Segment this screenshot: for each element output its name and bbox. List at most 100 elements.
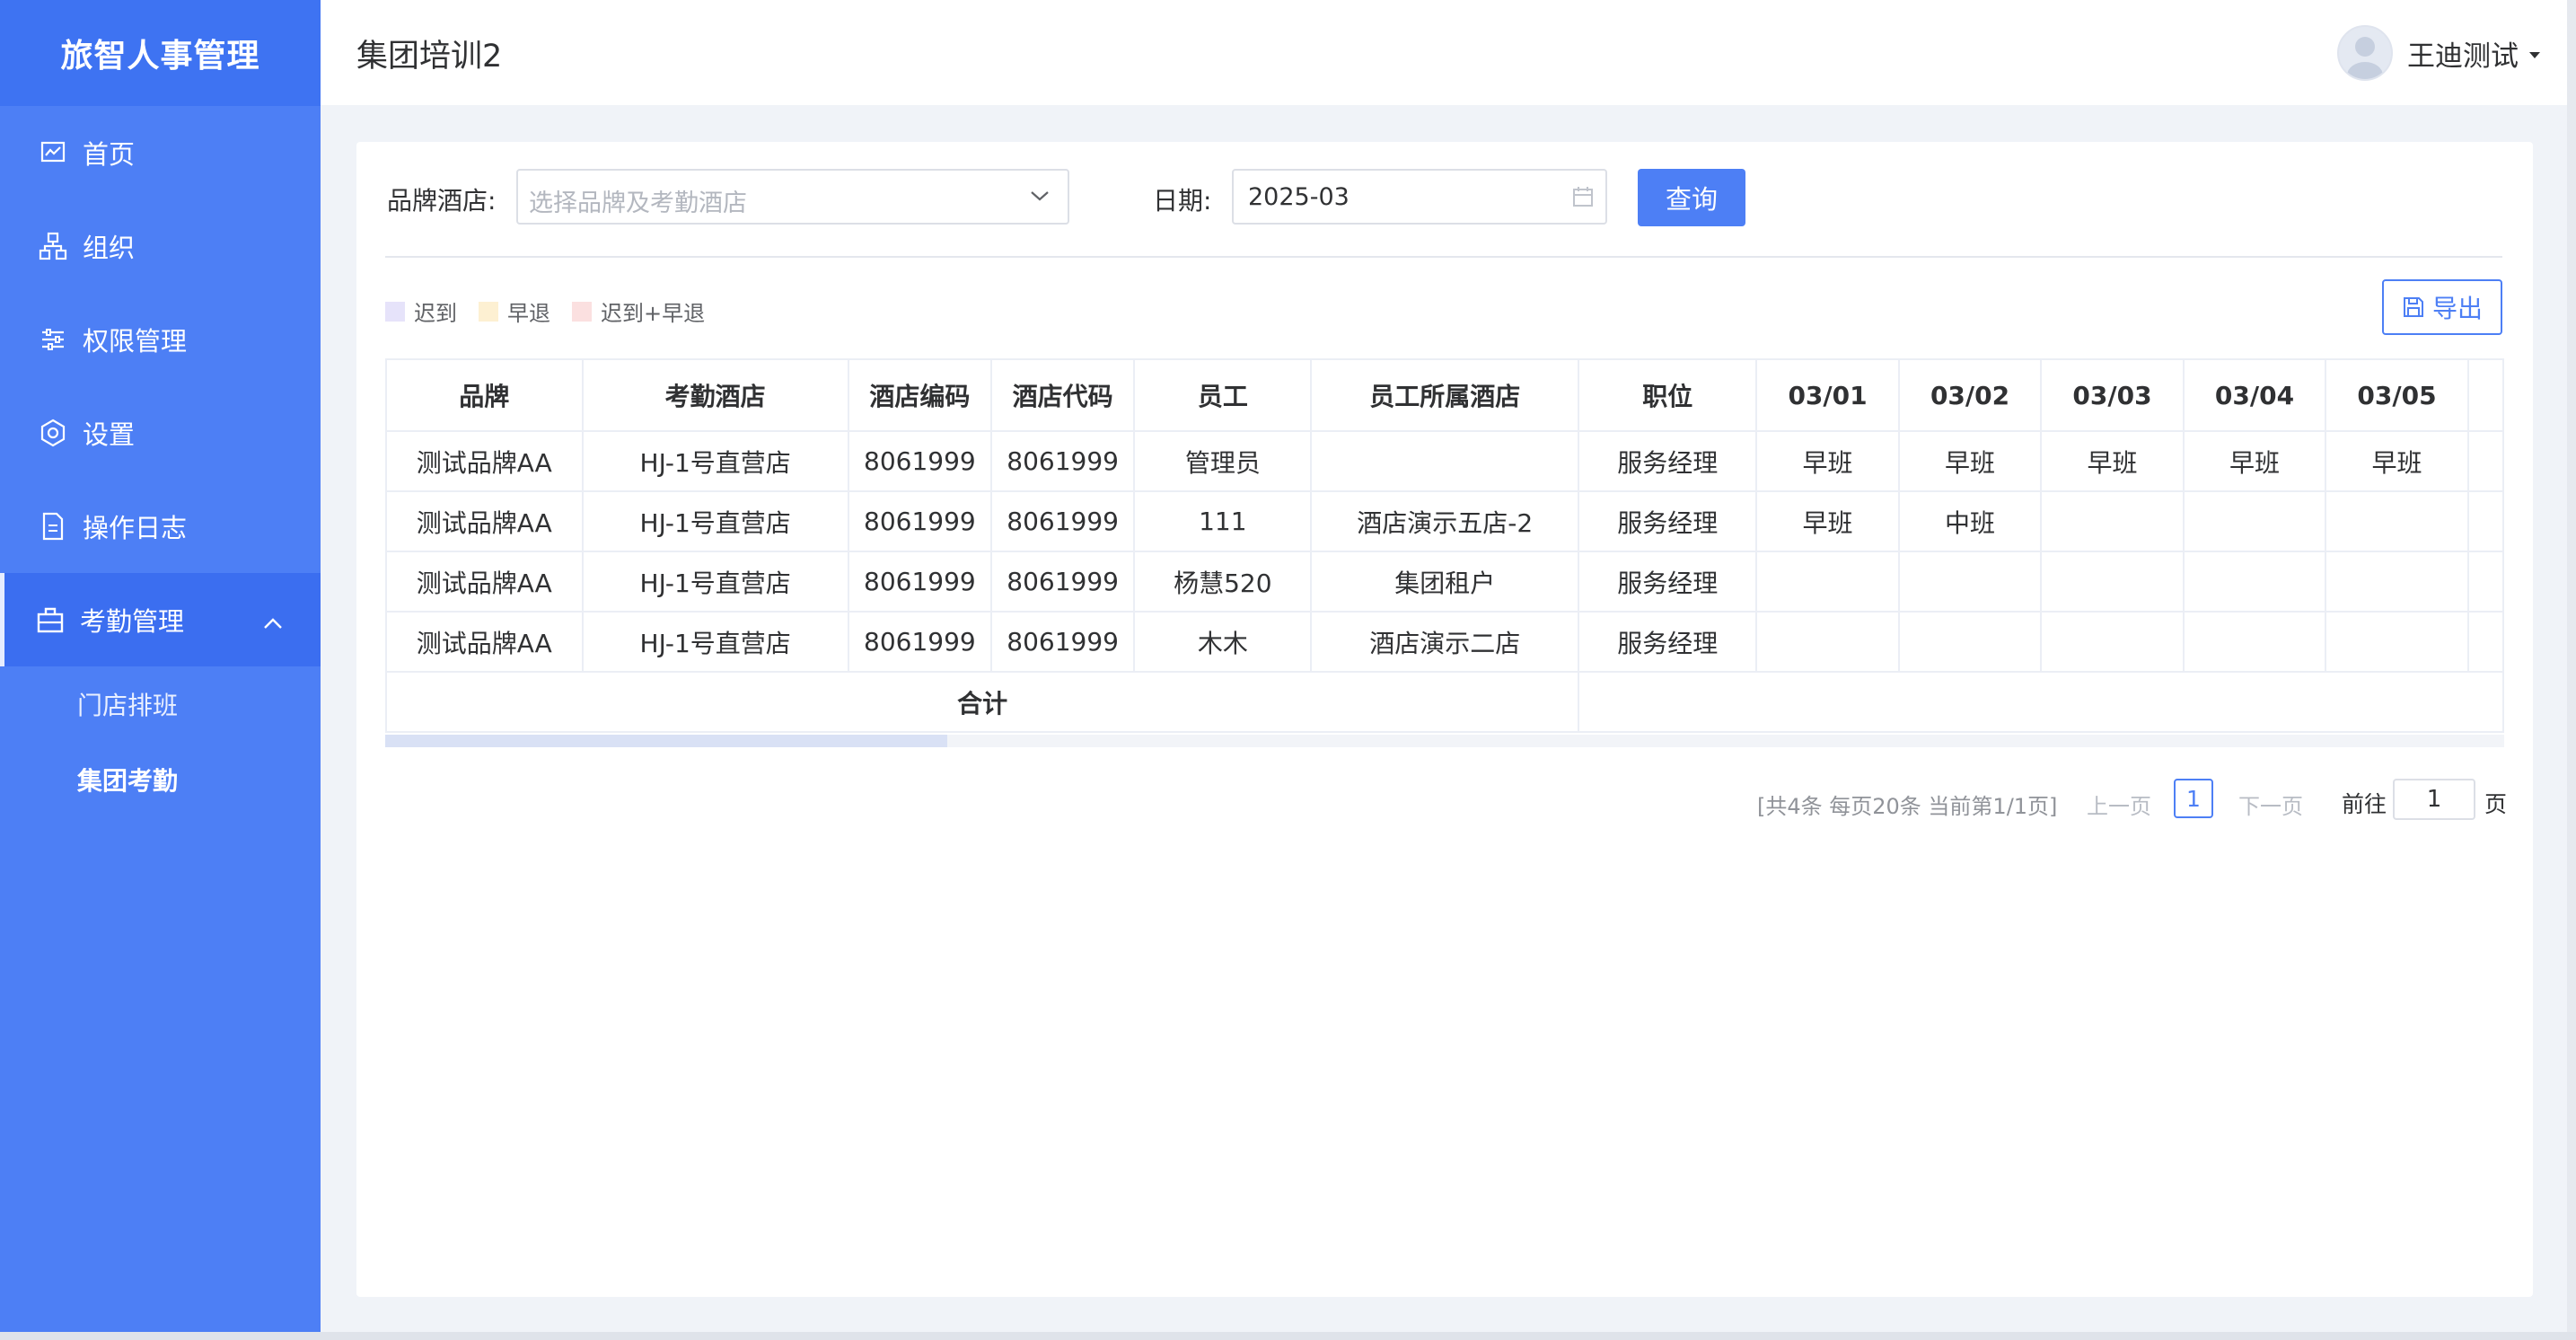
document-icon — [38, 511, 68, 542]
column-header[interactable]: 员工所属酒店 — [1310, 358, 1580, 432]
caret-down-icon — [2529, 51, 2540, 58]
page-horizontal-scrollbar[interactable] — [0, 1332, 2576, 1340]
sidebar-item-attendance[interactable]: 考勤管理 — [0, 573, 321, 666]
table-row[interactable]: 测试品牌AA HJ-1号直营店 8061999 8061999 管理员 服务经理… — [385, 430, 2504, 492]
table-cell: 测试品牌AA — [385, 611, 584, 673]
table-cell: 早班 — [2182, 430, 2327, 492]
table-cell — [2182, 611, 2327, 673]
table-cell — [2182, 551, 2327, 613]
user-name: 王迪测试 — [2407, 40, 2519, 73]
table-row[interactable]: 测试品牌AA HJ-1号直营店 8061999 8061999 木木 酒店演示二… — [385, 611, 2504, 673]
table-row[interactable]: 测试品牌AA HJ-1号直营店 8061999 8061999 111 酒店演示… — [385, 490, 2504, 552]
table-cell: 8061999 — [847, 430, 993, 492]
table-horizontal-scrollbar[interactable] — [385, 735, 2504, 747]
sidebar-subitem-group-attendance[interactable]: 集团考勤 — [0, 742, 321, 817]
column-header[interactable]: 酒店编码 — [847, 358, 993, 432]
column-header[interactable]: 员工 — [1133, 358, 1313, 432]
table-cell: 8061999 — [990, 611, 1136, 673]
table-cell — [2182, 490, 2327, 552]
total-cell — [1578, 671, 2504, 733]
table-cell: 服务经理 — [1578, 490, 1758, 552]
user-menu[interactable]: 王迪测试 — [2337, 25, 2540, 81]
column-header[interactable]: 03/01 — [1755, 358, 1900, 432]
page-number-current[interactable]: 1 — [2174, 779, 2213, 818]
legend-early: 早退 — [479, 295, 550, 327]
total-label: 合计 — [385, 671, 1580, 733]
table-cell: HJ-1号直营店 — [581, 490, 849, 552]
prev-page-button[interactable]: 上一页 — [2087, 789, 2151, 820]
sidebar-item-org[interactable]: 组织 — [0, 199, 321, 293]
table-cell — [2466, 430, 2504, 492]
table-cell: 服务经理 — [1578, 430, 1758, 492]
pagination: [共4条 每页20条 当前第1/1页] 上一页 1 下一页 前往 1 页 — [356, 777, 2533, 822]
table-cell: HJ-1号直营店 — [581, 430, 849, 492]
table-cell — [2466, 611, 2504, 673]
pagination-summary: [共4条 每页20条 当前第1/1页] — [1757, 794, 2058, 819]
legend-swatch-early — [479, 301, 498, 322]
sidebar-item-permissions[interactable]: 权限管理 — [0, 293, 321, 386]
table-cell — [2325, 490, 2469, 552]
table-cell: 8061999 — [847, 611, 993, 673]
column-header[interactable]: 酒店代码 — [990, 358, 1136, 432]
table-header-row: 品牌 考勤酒店 酒店编码 酒店代码 员工 员工所属酒店 职位 03/01 03/… — [385, 358, 2504, 432]
column-header[interactable]: 考勤酒店 — [581, 358, 849, 432]
table-cell — [2466, 551, 2504, 613]
column-header[interactable]: 03/05 — [2325, 358, 2469, 432]
header: 集团培训2 王迪测试 — [321, 0, 2567, 105]
table-cell: 早班 — [2040, 430, 2185, 492]
sidebar-subitem-store-schedule[interactable]: 门店排班 — [0, 666, 321, 742]
date-picker[interactable]: 2025-03 — [1232, 169, 1607, 225]
table-cell: 中班 — [1897, 490, 2043, 552]
column-header[interactable]: 03/04 — [2182, 358, 2327, 432]
avatar — [2337, 25, 2393, 81]
chevron-up-icon — [263, 605, 283, 636]
column-header[interactable]: 03/02 — [1897, 358, 2043, 432]
chart-line-icon — [38, 137, 68, 168]
table-cell: 早班 — [2325, 430, 2469, 492]
date-value: 2025-03 — [1248, 183, 1350, 211]
column-header[interactable]: 职位 — [1578, 358, 1758, 432]
goto-unit: 页 — [2484, 791, 2508, 817]
table-cell: HJ-1号直营店 — [581, 551, 849, 613]
attendance-table-wrapper: 品牌 考勤酒店 酒店编码 酒店代码 员工 员工所属酒店 职位 03/01 03/… — [385, 358, 2504, 736]
table-cell — [1310, 430, 1580, 492]
table-cell: HJ-1号直营店 — [581, 611, 849, 673]
table-cell: 服务经理 — [1578, 611, 1758, 673]
table-cell — [2325, 611, 2469, 673]
sidebar-item-home[interactable]: 首页 — [0, 106, 321, 199]
query-button[interactable]: 查询 — [1638, 169, 1745, 226]
table-cell: 酒店演示二店 — [1310, 611, 1580, 673]
goto-page-input[interactable]: 1 — [2393, 779, 2475, 820]
page-title: 集团培训2 — [356, 39, 503, 75]
briefcase-icon — [35, 604, 66, 635]
next-page-button[interactable]: 下一页 — [2238, 789, 2303, 820]
org-tree-icon — [38, 231, 68, 261]
table-row[interactable]: 测试品牌AA HJ-1号直营店 8061999 8061999 杨慧520 集团… — [385, 551, 2504, 613]
column-header[interactable]: 03/03 — [2040, 358, 2185, 432]
gear-icon — [38, 418, 68, 448]
table-cell: 8061999 — [847, 490, 993, 552]
column-header-overflow — [2466, 358, 2504, 432]
date-label: 日期: — [1153, 186, 1212, 216]
brand-hotel-placeholder: 选择品牌及考勤酒店 — [529, 190, 747, 217]
table-cell: 8061999 — [990, 551, 1136, 613]
sidebar-item-logs[interactable]: 操作日志 — [0, 480, 321, 573]
table-cell: 8061999 — [990, 430, 1136, 492]
brand-hotel-label: 品牌酒店: — [387, 186, 497, 216]
table-cell: 111 — [1133, 490, 1313, 552]
export-button[interactable]: 导出 — [2382, 279, 2502, 335]
table-cell: 8061999 — [847, 551, 993, 613]
table-cell — [2325, 551, 2469, 613]
app-logo[interactable]: 旅智人事管理 — [0, 0, 321, 106]
page-scrollbar[interactable] — [2567, 0, 2576, 1340]
attendance-table: 品牌 考勤酒店 酒店编码 酒店代码 员工 员工所属酒店 职位 03/01 03/… — [385, 358, 2504, 733]
goto-label: 前往 — [2342, 791, 2387, 817]
sidebar-item-label: 考勤管理 — [80, 606, 185, 637]
sliders-icon — [38, 324, 68, 355]
table-cell: 早班 — [1897, 430, 2043, 492]
scrollbar-thumb[interactable] — [385, 735, 947, 747]
column-header[interactable]: 品牌 — [385, 358, 584, 432]
sidebar-item-settings[interactable]: 设置 — [0, 386, 321, 480]
table-cell — [2040, 611, 2185, 673]
brand-hotel-select[interactable]: 选择品牌及考勤酒店 — [516, 169, 1069, 225]
